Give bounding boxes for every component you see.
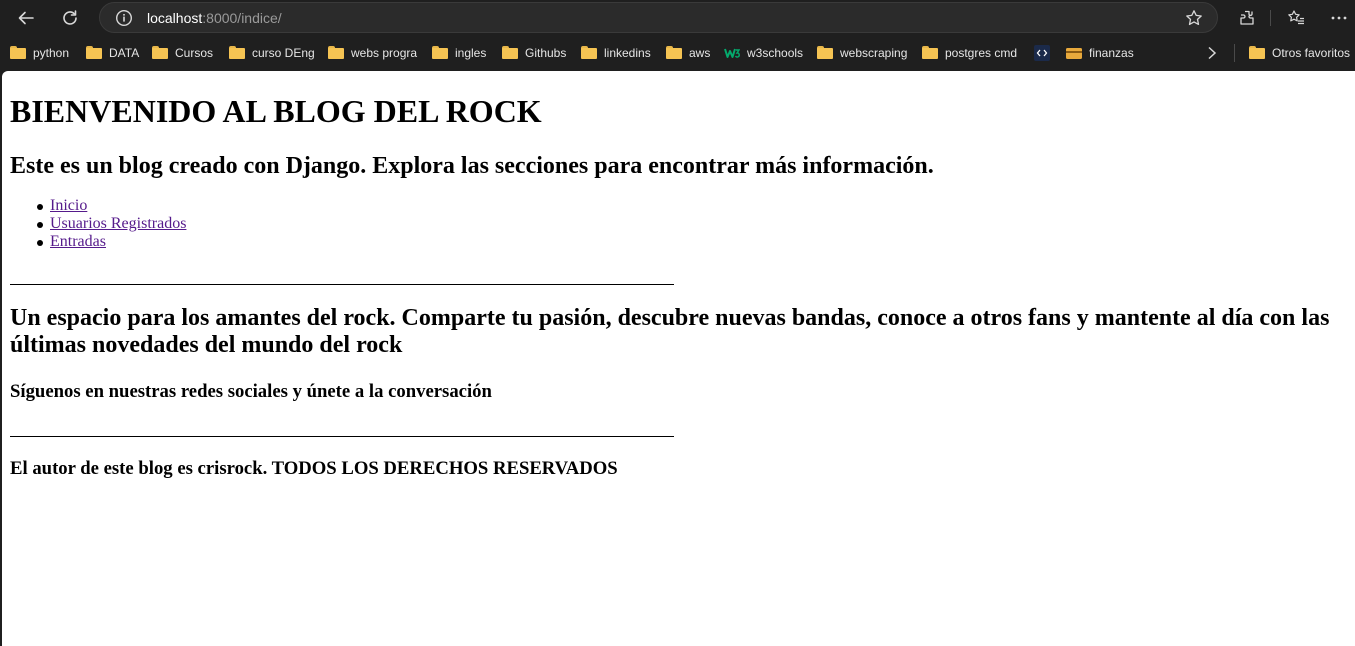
browser-toolbar: localhost:8000/indice/: [0, 0, 1355, 36]
bookmark-label: Otros favoritos: [1272, 46, 1351, 60]
bookmarks-overflow-button[interactable]: [1206, 44, 1218, 62]
divider-bottom: [10, 436, 674, 437]
folder-icon: [432, 46, 448, 60]
address-bar[interactable]: localhost:8000/indice/: [99, 2, 1218, 33]
chevron-right-icon: [1208, 46, 1217, 60]
w3schools-icon: [724, 48, 740, 58]
reload-icon: [63, 10, 77, 25]
site-info-icon[interactable]: [115, 9, 133, 27]
menu-button[interactable]: [1324, 3, 1354, 33]
folder-icon: [1249, 46, 1265, 60]
bookmark-linkedins[interactable]: linkedins: [581, 44, 651, 62]
bookmark-label: finanzas: [1089, 46, 1134, 60]
bookmark-finanzas[interactable]: finanzas: [1066, 44, 1134, 62]
bookmark-other-favorites[interactable]: Otros favoritos: [1249, 44, 1350, 62]
bookmark-data[interactable]: DATA: [86, 44, 139, 62]
code-icon: [1034, 45, 1050, 61]
folder-icon: [10, 46, 26, 60]
folder-icon: [152, 46, 168, 60]
nav-item-inicio: Inicio: [10, 197, 186, 215]
url-host: localhost: [147, 10, 203, 26]
bookmark-curso-deng[interactable]: curso DEng: [229, 44, 315, 62]
bookmark-cursos[interactable]: Cursos: [152, 44, 213, 62]
bookmark-githubs[interactable]: Githubs: [502, 44, 566, 62]
bookmark-label: python: [33, 46, 70, 60]
intro-heading: Un espacio para los amantes del rock. Co…: [10, 305, 1330, 358]
folder-icon: [502, 46, 518, 60]
bookmark-label: ingles: [455, 46, 487, 60]
folder-icon: [817, 46, 833, 60]
extensions-icon: [1240, 10, 1254, 25]
folder-icon: [86, 46, 102, 60]
bookmark-aws[interactable]: aws: [666, 44, 710, 62]
back-button[interactable]: [11, 3, 41, 33]
favorites-list-icon: [1288, 10, 1304, 25]
bookmark-w3schools[interactable]: w3schools: [724, 44, 803, 62]
bookmark-label: linkedins: [604, 46, 651, 60]
bookmarks-bar: python DATA Cursos curso DEng webs progr…: [0, 36, 1355, 70]
toolbar-divider: [1270, 10, 1271, 26]
divider-top: [10, 284, 674, 285]
folder-icon: [328, 46, 344, 60]
bookmark-ingles[interactable]: ingles: [432, 44, 486, 62]
bookmark-postgres-cmd[interactable]: postgres cmd: [922, 44, 1017, 62]
bookmark-label: aws: [689, 46, 711, 60]
nav-link-inicio[interactable]: Inicio: [50, 197, 87, 214]
extensions-button[interactable]: [1232, 3, 1262, 33]
bookmark-webscraping[interactable]: webscraping: [817, 44, 907, 62]
url-text[interactable]: localhost:8000/indice/: [147, 10, 282, 26]
page-viewport: BIENVENIDO AL BLOG DEL ROCK Este es un b…: [2, 71, 1355, 646]
back-arrow-icon: [18, 11, 34, 25]
bookmark-label: webscraping: [840, 46, 908, 60]
page-subtitle: Este es un blog creado con Django. Explo…: [10, 153, 934, 179]
bookmark-label: Cursos: [175, 46, 214, 60]
nav-link-usuarios-registrados[interactable]: Usuarios Registrados: [50, 215, 186, 232]
more-dots-icon: [1331, 16, 1347, 20]
folder-icon: [666, 46, 682, 60]
bookmarks-divider: [1234, 44, 1235, 62]
bookmark-label: webs progra: [351, 46, 418, 60]
favorite-star-icon[interactable]: [1185, 9, 1203, 27]
nav-link-entradas[interactable]: Entradas: [50, 233, 106, 250]
bookmark-label: curso DEng: [252, 46, 315, 60]
bookmark-label: DATA: [109, 46, 140, 60]
url-path: :8000/indice/: [202, 10, 282, 26]
folder-icon: [922, 46, 938, 60]
footer-text: El autor de este blog es crisrock. TODOS…: [10, 458, 618, 479]
card-icon: [1066, 48, 1082, 59]
social-heading: Síguenos en nuestras redes sociales y ún…: [10, 381, 492, 402]
bookmark-webs-progra[interactable]: webs progra: [328, 44, 417, 62]
nav-list: Inicio Usuarios Registrados Entradas: [10, 197, 186, 251]
nav-item-entradas: Entradas: [10, 233, 186, 251]
bookmark-code[interactable]: [1034, 44, 1057, 62]
folder-icon: [581, 46, 597, 60]
bookmark-label: w3schools: [747, 46, 804, 60]
page-title: BIENVENIDO AL BLOG DEL ROCK: [10, 93, 542, 129]
nav-item-usuarios: Usuarios Registrados: [10, 215, 186, 233]
bookmark-label: Githubs: [525, 46, 567, 60]
bookmark-python[interactable]: python: [10, 44, 69, 62]
reload-button[interactable]: [55, 3, 85, 33]
folder-icon: [229, 46, 245, 60]
bookmark-label: postgres cmd: [945, 46, 1018, 60]
favorites-button[interactable]: [1281, 3, 1311, 33]
